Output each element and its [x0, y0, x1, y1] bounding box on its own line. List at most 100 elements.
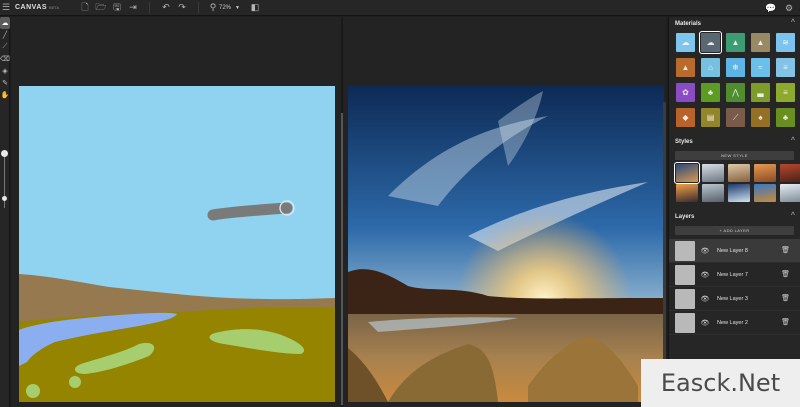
material-road[interactable]: ⟋: [726, 108, 745, 127]
chevron-down-icon[interactable]: ▼: [235, 5, 240, 11]
eye-icon[interactable]: 👁: [699, 247, 711, 255]
toolbar-divider: [198, 1, 199, 14]
export-button[interactable]: ⇥: [125, 0, 141, 16]
feedback-button[interactable]: 💬: [762, 0, 780, 16]
tool-bar: ☁ ╱ ⟋ ⌫ ◈ ✎ ✋: [0, 17, 10, 407]
open-file-button[interactable]: 🗁: [93, 0, 109, 16]
material-cloud-selected[interactable]: ☁: [699, 31, 722, 54]
materials-header[interactable]: Materials ^: [669, 17, 800, 31]
material-meadow[interactable]: ≡: [776, 83, 795, 102]
style-dusk-sea[interactable]: [676, 184, 698, 202]
bush-icon: ♣: [707, 88, 714, 97]
add-layer-button[interactable]: + ADD LAYER: [675, 226, 794, 235]
brush-tool[interactable]: ╱: [0, 29, 10, 41]
fill-tool[interactable]: ◈: [0, 65, 10, 77]
grass-icon: ⋀: [732, 88, 739, 97]
styles-grid: [669, 162, 800, 202]
material-bush[interactable]: ♣: [701, 83, 720, 102]
eyedropper-tool[interactable]: ✎: [0, 77, 10, 89]
eye-icon[interactable]: 👁: [699, 295, 711, 303]
style-cloudy-coast[interactable]: [702, 164, 724, 182]
style-red-butte[interactable]: [780, 164, 800, 182]
brush-size-max-knob[interactable]: [1, 150, 8, 157]
eye-icon[interactable]: 👁: [699, 319, 711, 327]
style-night-harbor[interactable]: [728, 184, 750, 202]
new-file-icon: 🗋: [81, 1, 89, 12]
material-field[interactable]: ▃: [751, 83, 770, 102]
new-style-button[interactable]: NEW STYLE: [675, 151, 794, 160]
material-sky[interactable]: ≋: [776, 33, 795, 52]
material-rock[interactable]: ◆: [676, 108, 695, 127]
material-flower[interactable]: ✿: [676, 83, 695, 102]
layer-row[interactable]: 👁 New Layer 8 🗑: [669, 239, 800, 263]
snow-icon: ❄: [732, 63, 739, 72]
material-grass[interactable]: ⋀: [726, 83, 745, 102]
material-mountain[interactable]: ▲: [726, 33, 745, 52]
material-tree[interactable]: ♣: [776, 108, 795, 127]
style-desert-rocks[interactable]: [728, 164, 750, 182]
chevron-up-icon[interactable]: ^: [791, 137, 795, 144]
segmentation-canvas[interactable]: [19, 86, 335, 402]
eye-icon[interactable]: 👁: [699, 271, 711, 279]
style-snowy-peaks[interactable]: [780, 184, 800, 202]
split-view-button[interactable]: ◧: [247, 0, 263, 16]
settings-button[interactable]: ⚙: [780, 0, 798, 16]
material-dirt[interactable]: ▲: [676, 58, 695, 77]
styles-title: Styles: [675, 139, 693, 145]
hamburger-icon[interactable]: ☰: [0, 0, 12, 16]
brush-size-knob[interactable]: [2, 195, 7, 201]
material-fog[interactable]: ≡: [776, 58, 795, 77]
fog-icon: ≡: [783, 63, 788, 72]
layer-row[interactable]: 👁 New Layer 7 🗑: [669, 263, 800, 287]
trash-icon[interactable]: 🗑: [781, 294, 790, 302]
material-snow[interactable]: ❄: [726, 58, 745, 77]
chat-icon: 💬: [765, 2, 777, 13]
bush-dot: [26, 384, 40, 398]
material-hut[interactable]: ⌂: [701, 58, 720, 77]
rock-icon: ◆: [682, 113, 689, 122]
material-peak[interactable]: ▲: [751, 33, 770, 52]
layers-header[interactable]: Layers ^: [669, 210, 800, 224]
style-misty-lake[interactable]: [702, 184, 724, 202]
eraser-icon: ⌫: [0, 56, 10, 63]
trash-icon[interactable]: 🗑: [781, 246, 790, 254]
style-orange-canyon[interactable]: [754, 164, 776, 182]
material-water[interactable]: ≈: [751, 58, 770, 77]
material-wood[interactable]: ♠: [751, 108, 770, 127]
layer-row[interactable]: 👁 New Layer 3 🗑: [669, 287, 800, 311]
material-cloud[interactable]: ☁: [676, 33, 695, 52]
dirt-icon: ▲: [681, 63, 690, 72]
styles-header[interactable]: Styles ^: [669, 135, 800, 149]
layer-thumbnail: [675, 312, 695, 333]
field-icon: ▃: [757, 88, 764, 97]
folder-open-icon: 🗁: [95, 1, 107, 12]
layer-thumbnail: [675, 264, 695, 285]
canvas-scrollbar[interactable]: [663, 102, 666, 402]
redo-button[interactable]: ↷: [174, 0, 190, 16]
file-actions: 🗋 🗁 🖫 ⇥: [77, 0, 141, 16]
cloud-icon: ☁: [681, 38, 690, 47]
style-autumn-lake[interactable]: [754, 184, 776, 202]
style-sunset-sky[interactable]: [674, 162, 700, 184]
line-tool[interactable]: ⟋: [0, 41, 10, 53]
chevron-up-icon[interactable]: ^: [791, 212, 795, 219]
work-area: [11, 17, 666, 407]
layer-row[interactable]: 👁 New Layer 2 🗑: [669, 311, 800, 335]
bush-dot: [69, 376, 81, 388]
material-brush-tool[interactable]: ☁: [0, 17, 10, 29]
eraser-tool[interactable]: ⌫: [0, 53, 10, 65]
pan-tool[interactable]: ✋: [0, 89, 10, 101]
trash-icon[interactable]: 🗑: [781, 318, 790, 326]
trash-icon[interactable]: 🗑: [781, 270, 790, 278]
materials-grid: ☁ ☁ ▲ ▲ ≋ ▲ ⌂ ❄ ≈ ≡ ✿ ♣ ⋀ ▃ ≡ ◆ ▤ ⟋ ♠ ♣: [669, 31, 800, 127]
undo-button[interactable]: ↶: [158, 0, 174, 16]
layer-thumbnail: [675, 240, 695, 261]
redo-icon: ↷: [178, 2, 186, 12]
chevron-up-icon[interactable]: ^: [791, 19, 795, 26]
material-sand[interactable]: ▤: [701, 108, 720, 127]
paint-bucket-icon: ◈: [2, 68, 8, 75]
new-file-button[interactable]: 🗋: [77, 0, 93, 16]
split-divider-handle[interactable]: [341, 113, 343, 405]
zoom-control[interactable]: ⚲ 72% ▼: [207, 0, 245, 16]
save-button[interactable]: 🖫: [109, 0, 125, 16]
